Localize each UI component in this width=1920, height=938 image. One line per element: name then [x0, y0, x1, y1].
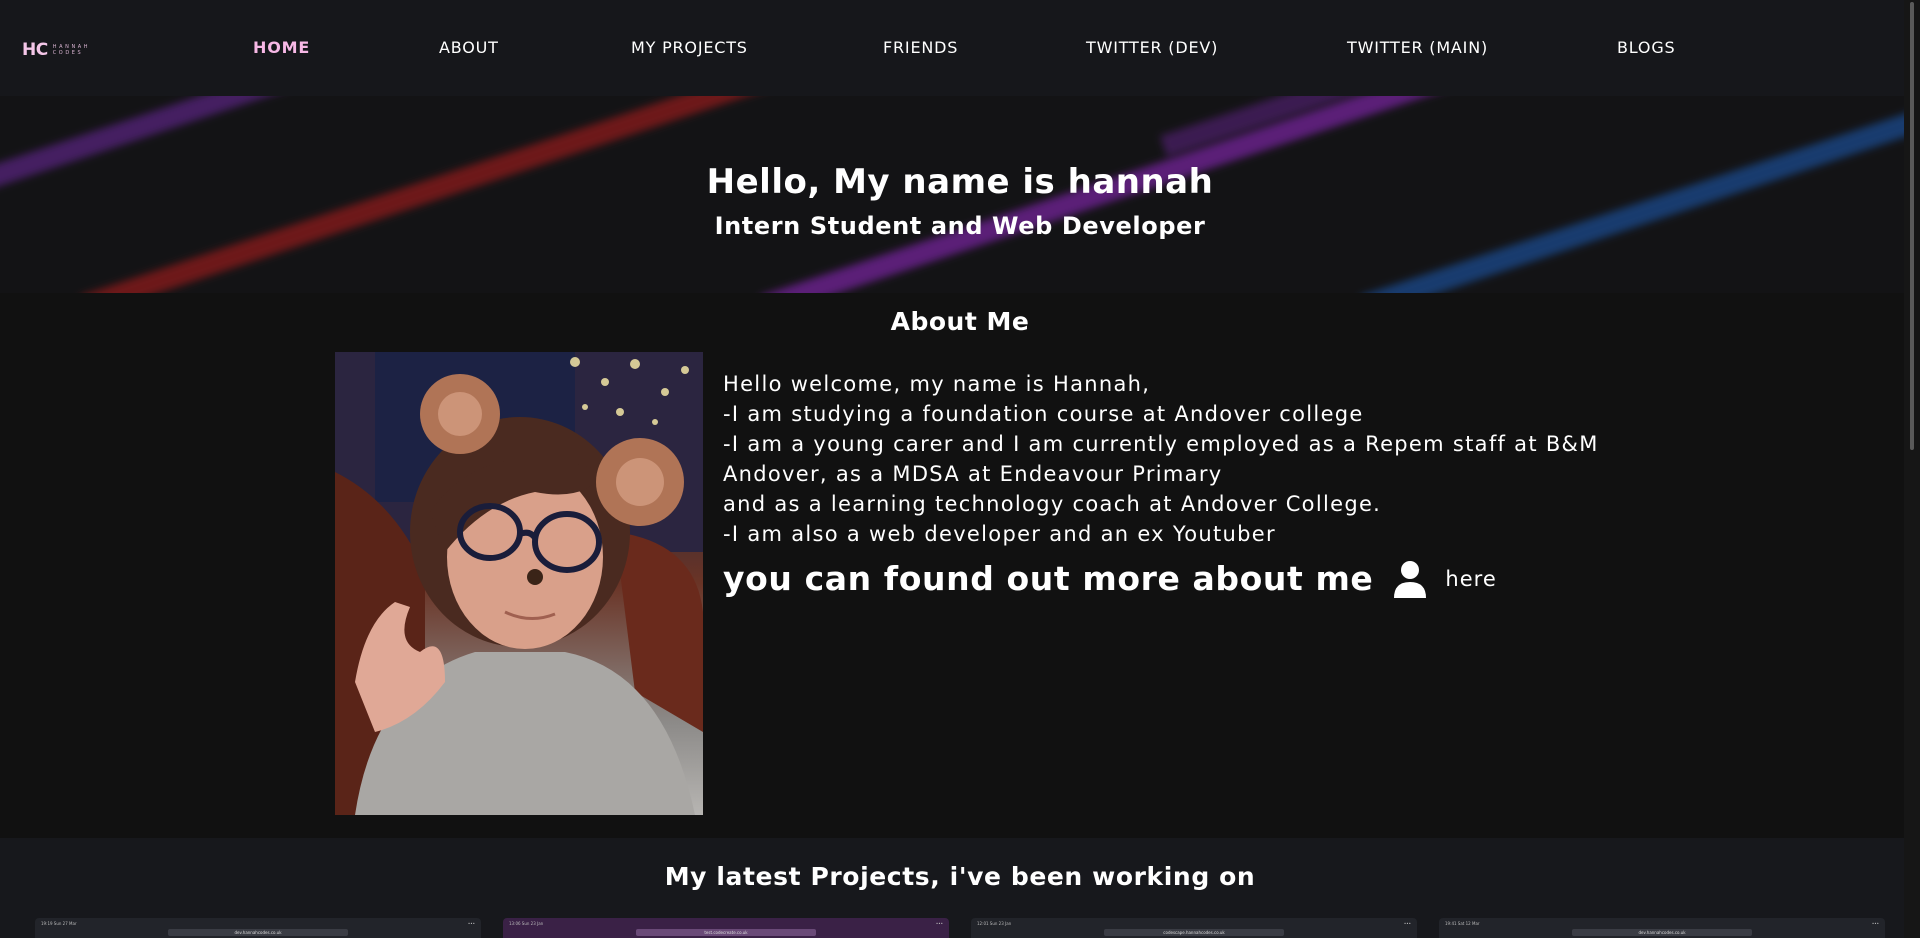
nav-friends[interactable]: FRIENDS [883, 38, 958, 57]
thumbnail-url: dev.hannahcodes.co.uk [1572, 929, 1752, 936]
hannah-codes-logo[interactable]: HC HANNAH CODES [22, 40, 90, 60]
projects-heading: My latest Projects, i've been working on [664, 862, 1256, 891]
logo-mark: HC [22, 40, 48, 60]
nav-home[interactable]: HOME [253, 38, 310, 57]
thumbnail-dots: ••• [467, 920, 475, 926]
bio-line: -I am also a web developer and an ex You… [723, 522, 1276, 546]
about-bio: Hello welcome, my name is Hannah, -I am … [723, 369, 1603, 549]
more-about-text: you can found out more about me [723, 559, 1374, 598]
thumbnail-dots: ••• [935, 920, 943, 926]
bio-line: -I am a young carer and I am currently e… [723, 432, 1599, 456]
project-thumbnail[interactable]: 13:06 Sun 23 Jan ••• test.codecreate.co.… [503, 918, 949, 938]
thumbnail-status-bar: 13:06 Sun 23 Jan ••• [503, 918, 949, 928]
profile-photo-illustration [335, 352, 703, 815]
thumbnail-url: codescape.hannahcodes.co.uk [1104, 929, 1284, 936]
project-thumbnail[interactable]: 19:19 Sun 27 Mar ••• dev.hannahcodes.co.… [35, 918, 481, 938]
thumbnail-url: test.codecreate.co.uk [636, 929, 816, 936]
nav-about[interactable]: ABOUT [439, 38, 499, 57]
logo-wordmark: HANNAH CODES [53, 44, 90, 56]
thumbnail-dots: ••• [1871, 920, 1879, 926]
thumbnail-time: 13:06 Sun 23 Jan [509, 920, 544, 926]
thumbnail-time: 12:01 Sun 23 Jan [977, 920, 1012, 926]
thumbnail-time: 19:19 Sun 27 Mar [41, 920, 77, 926]
more-about-row: you can found out more about me here [723, 559, 1497, 598]
top-navigation: HC HANNAH CODES HOME ABOUT MY PROJECTS F… [0, 0, 1904, 96]
nav-my-projects[interactable]: MY PROJECTS [631, 38, 748, 57]
projects-section: My latest Projects, i've been working on… [0, 838, 1904, 938]
bio-line: and as a learning technology coach at An… [723, 492, 1382, 516]
page-scrollbar[interactable] [1904, 0, 1920, 938]
bio-line: Andover, as a MDSA at Endeavour Primary [723, 462, 1223, 486]
logo-line-2: CODES [52, 50, 84, 56]
about-section: About Me Hello welcome, my name is Hanna… [0, 293, 1904, 838]
hero-subtitle: Intern Student and Web Developer [714, 212, 1206, 240]
person-icon[interactable] [1393, 560, 1427, 598]
project-thumbnail[interactable]: 19:41 Sat 12 Mar ••• dev.hannahcodes.co.… [1439, 918, 1885, 938]
thumbnail-url: dev.hannahcodes.co.uk [168, 929, 348, 936]
nav-blogs[interactable]: BLOGS [1617, 38, 1675, 57]
scrollbar-thumb[interactable] [1910, 2, 1914, 450]
bio-line: -I am studying a foundation course at An… [723, 402, 1364, 426]
nav-twitter-main[interactable]: TWITTER (MAIN) [1347, 38, 1488, 57]
thumbnail-time: 19:41 Sat 12 Mar [1445, 920, 1480, 926]
thumbnail-status-bar: 19:41 Sat 12 Mar ••• [1439, 918, 1885, 928]
profile-photo [335, 352, 703, 815]
project-thumbnail[interactable]: 12:01 Sun 23 Jan ••• codescape.hannahcod… [971, 918, 1417, 938]
hero-banner: Hello, My name is hannah Intern Student … [0, 96, 1904, 293]
bio-line: Hello welcome, my name is Hannah, [723, 372, 1151, 396]
nav-twitter-dev[interactable]: TWITTER (DEV) [1086, 38, 1218, 57]
thumbnail-dots: ••• [1403, 920, 1411, 926]
thumbnail-status-bar: 19:19 Sun 27 Mar ••• [35, 918, 481, 928]
thumbnail-status-bar: 12:01 Sun 23 Jan ••• [971, 918, 1417, 928]
about-heading: About Me [890, 307, 1030, 336]
more-about-link[interactable]: here [1445, 567, 1496, 591]
hero-title: Hello, My name is hannah [706, 162, 1214, 202]
